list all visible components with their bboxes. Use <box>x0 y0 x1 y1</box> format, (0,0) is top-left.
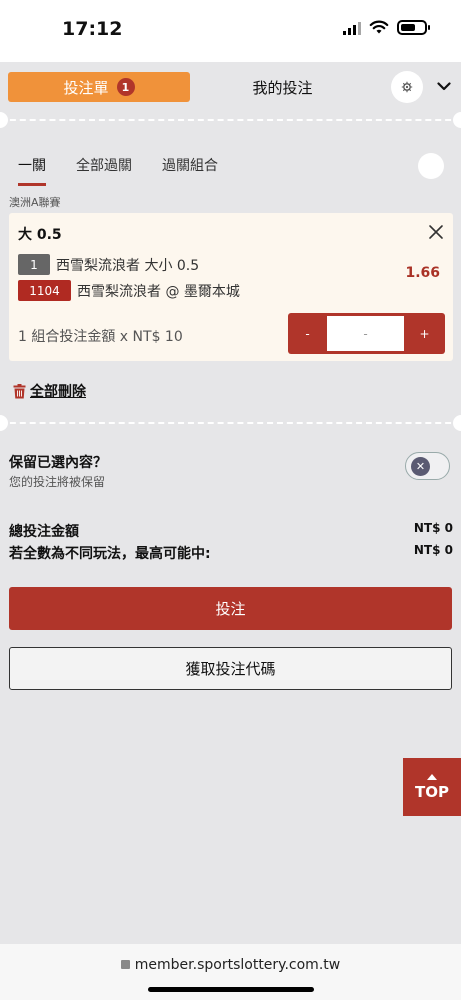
increment-button[interactable]: + <box>404 313 445 354</box>
ticket-notch <box>0 112 8 128</box>
stake-stepper: - - + <box>288 313 445 354</box>
lock-icon <box>120 960 130 969</box>
close-icon[interactable] <box>427 223 445 241</box>
divider <box>0 119 461 121</box>
tab-my-bets[interactable]: 我的投注 <box>200 72 365 102</box>
signal-icon <box>343 21 361 35</box>
get-bet-code-button[interactable]: 獲取投注代碼 <box>9 647 452 690</box>
chevron-down-icon <box>437 81 451 90</box>
stake-input[interactable]: - <box>327 316 404 351</box>
battery-icon <box>397 20 430 35</box>
keep-selection-subtitle: 您的投注將被保留 <box>9 475 106 489</box>
max-win-value: NT$ 0 <box>413 543 453 557</box>
max-win-row: 若全數為不同玩法，最高可能中: NT$ 0 <box>9 543 453 563</box>
market-text: 西雪梨流浪者 大小 0.5 <box>56 257 200 274</box>
status-time: 17:12 <box>62 18 123 40</box>
tab-all-parlay[interactable]: 全部過關 <box>76 155 132 175</box>
tab-betslip[interactable]: 投注單 1 <box>8 72 190 102</box>
betslip-header: 投注單 1 我的投注 <box>0 62 461 114</box>
market-number: 1 <box>18 254 50 275</box>
ticket-notch <box>0 415 8 431</box>
delete-all-label: 全部刪除 <box>30 384 86 400</box>
tab-parlay-combo[interactable]: 過關組合 <box>162 155 218 175</box>
max-win-label: 若全數為不同玩法，最高可能中: <box>9 546 211 562</box>
total-stake-value: NT$ 0 <box>413 521 453 535</box>
trash-icon <box>13 383 26 398</box>
divider <box>0 422 461 424</box>
home-indicator[interactable] <box>148 987 314 992</box>
gear-icon <box>401 81 413 93</box>
tab-betslip-label: 投注單 <box>63 78 109 97</box>
arrow-up-icon <box>427 773 437 780</box>
total-stake-row: 總投注金額 NT$ 0 <box>9 521 453 541</box>
ticket-notch <box>453 415 461 431</box>
status-icons <box>343 20 430 35</box>
keep-selection-toggle[interactable]: ✕ <box>405 452 450 480</box>
bet-match-row: 1104 西雪梨流浪者 @ 墨爾本城 <box>18 280 240 301</box>
bet-card: 大 0.5 1 西雪梨流浪者 大小 0.5 1104 西雪梨流浪者 @ 墨爾本城… <box>9 213 453 361</box>
collapse-button[interactable] <box>432 74 456 98</box>
league-name: 澳洲A聯賽 <box>9 196 61 209</box>
address-bar[interactable]: member.sportslottery.com.tw <box>0 957 461 973</box>
keep-selection-title: 保留已選內容？ <box>9 455 107 471</box>
decorative-circle <box>418 153 444 179</box>
place-bet-button[interactable]: 投注 <box>9 587 452 630</box>
browser-footer: member.sportslottery.com.tw <box>0 944 461 1000</box>
delete-all-button[interactable]: 全部刪除 <box>13 381 86 401</box>
bet-market-row: 1 西雪梨流浪者 大小 0.5 <box>18 254 199 275</box>
scroll-top-button[interactable]: TOP <box>403 758 461 816</box>
decrement-button[interactable]: - <box>288 313 327 354</box>
combo-amount-label: 1 組合投注金額 x NT$ 10 <box>18 329 183 345</box>
url-text: member.sportslottery.com.tw <box>134 957 341 973</box>
wifi-icon <box>369 20 389 34</box>
tab-single[interactable]: 一關 <box>18 155 46 186</box>
bet-selection: 大 0.5 <box>18 227 62 243</box>
match-number: 1104 <box>18 280 71 301</box>
bet-type-tabs: 一關 全部過關 過關組合 <box>18 155 248 186</box>
odds-value: 1.66 <box>405 265 440 281</box>
total-stake-label: 總投注金額 <box>9 524 79 540</box>
toggle-off-icon: ✕ <box>411 457 430 476</box>
betslip-count-badge: 1 <box>116 78 135 96</box>
match-text: 西雪梨流浪者 @ 墨爾本城 <box>77 283 240 300</box>
status-bar: 17:12 <box>0 0 461 62</box>
settings-button[interactable] <box>391 71 423 103</box>
scroll-top-label: TOP <box>415 782 449 801</box>
ticket-notch <box>453 112 461 128</box>
